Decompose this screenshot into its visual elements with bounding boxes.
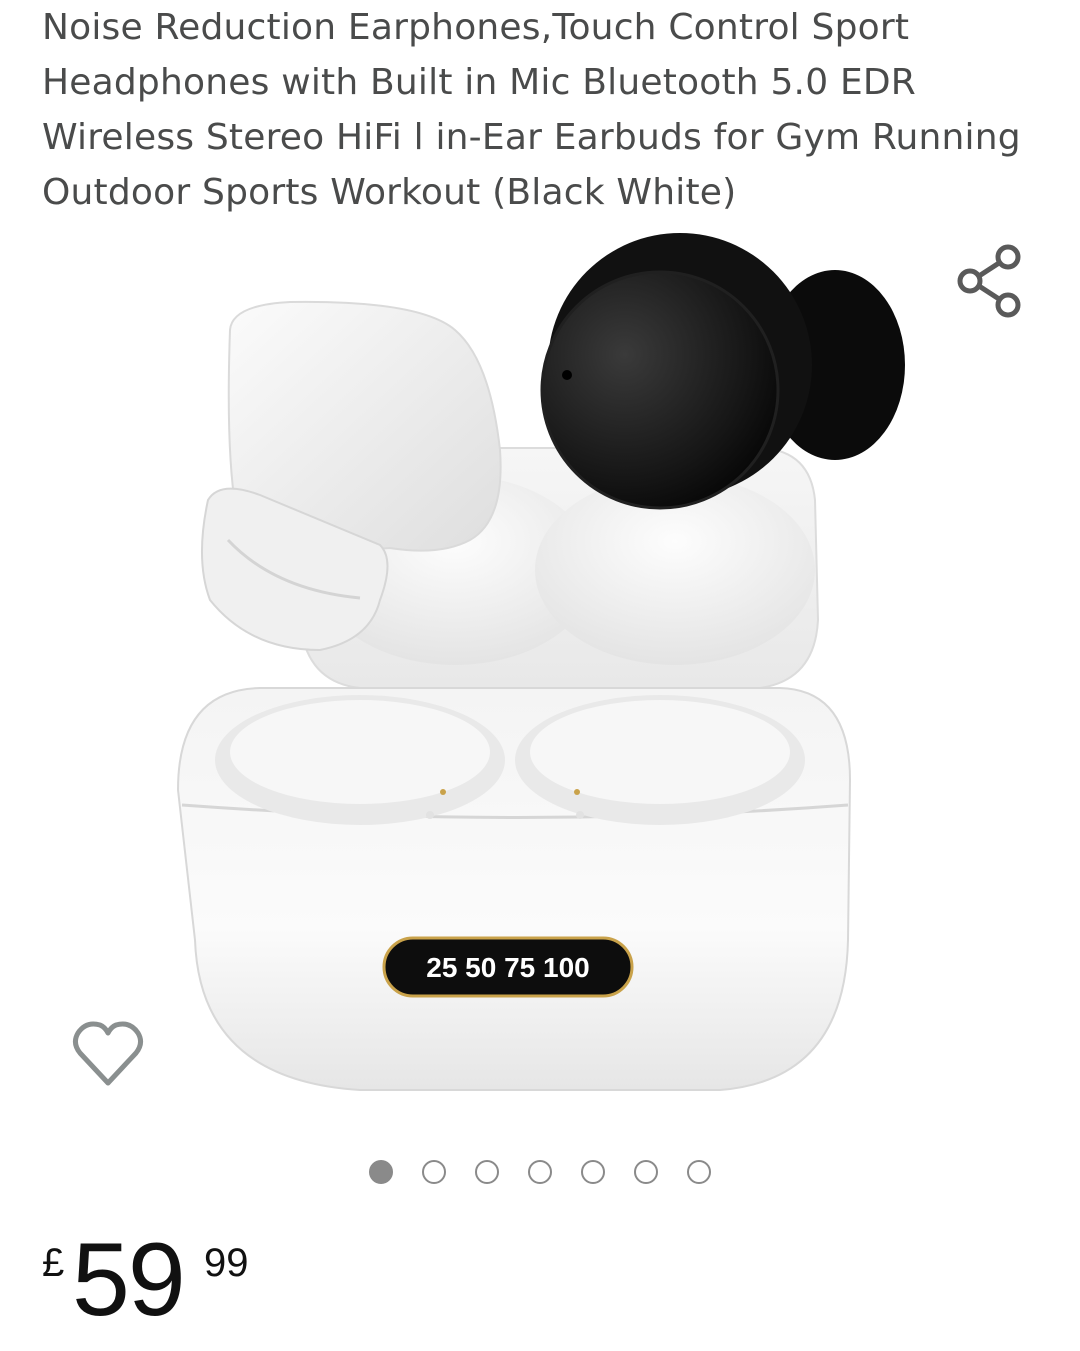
image-pagination-dots [0,1160,1080,1190]
image-dot-5[interactable] [581,1160,605,1184]
share-icon [957,244,1021,318]
image-dot-2[interactable] [422,1160,446,1184]
share-button[interactable] [950,243,1028,321]
product-image-gallery[interactable]: 25 50 75 100 [0,225,1080,1135]
product-title: Noise Reduction Earphones,Touch Control … [42,7,1021,213]
image-dot-6[interactable] [634,1160,658,1184]
add-to-wishlist-button[interactable] [68,1015,148,1095]
image-dot-3[interactable] [475,1160,499,1184]
price-whole: 59 [72,1222,186,1338]
case-battery-display: 25 50 75 100 [426,952,590,983]
product-image[interactable]: 25 50 75 100 [160,225,920,1115]
image-dot-7[interactable] [687,1160,711,1184]
price-fraction: 99 [204,1241,249,1285]
image-dot-4[interactable] [528,1160,552,1184]
image-dot-1[interactable] [369,1160,393,1184]
price-currency: £ [42,1241,65,1285]
heart-outline-icon [72,1021,144,1086]
